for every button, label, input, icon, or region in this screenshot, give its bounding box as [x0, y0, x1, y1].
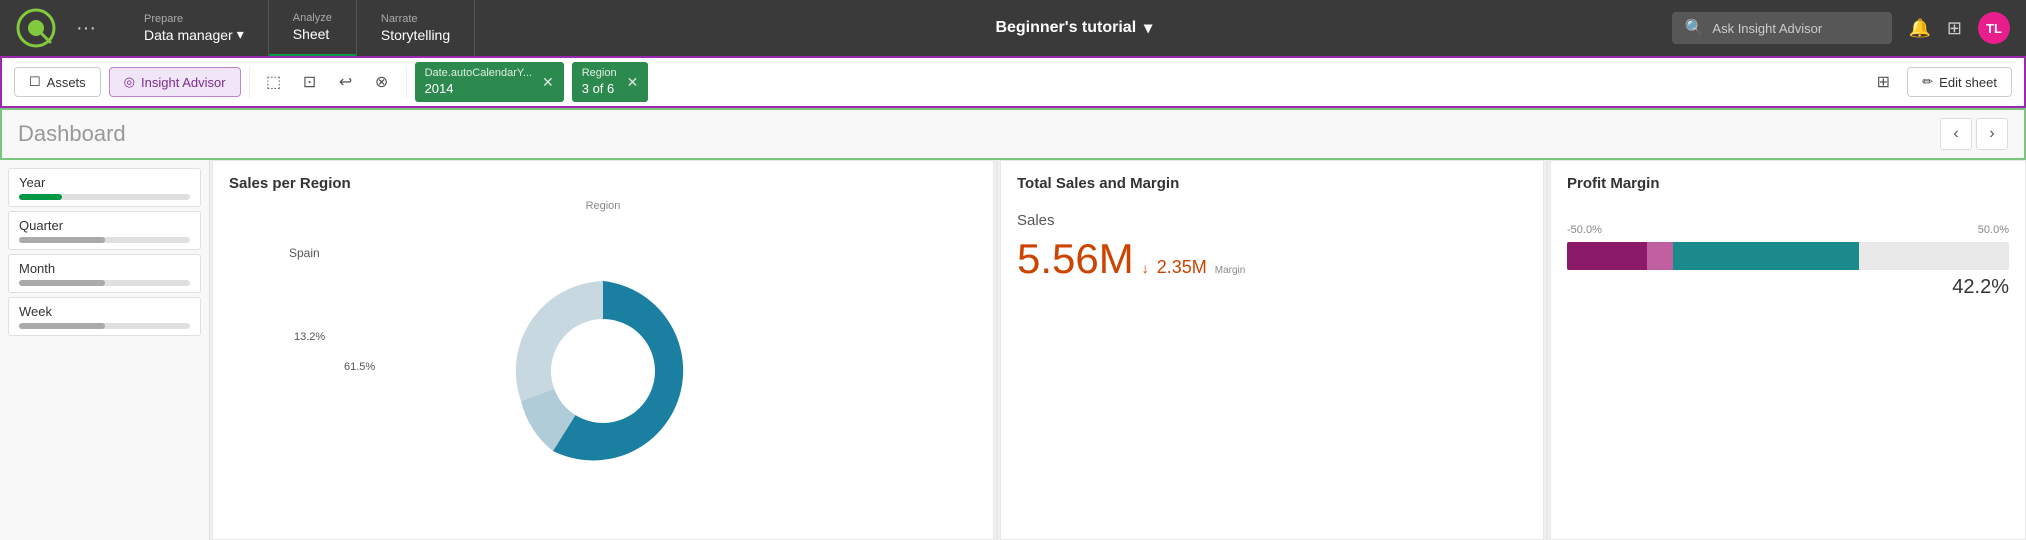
app-title-area: Beginner's tutorial ▾	[475, 18, 1672, 38]
donut-hole	[551, 319, 655, 423]
sales-per-region-panel: Sales per Region Region Spain 13.2% 6	[212, 160, 994, 540]
grid-view-button[interactable]: ⊞	[1867, 66, 1899, 98]
quarter-filter-label: Quarter	[19, 218, 190, 233]
insight-advisor-search[interactable]: 🔍 Ask Insight Advisor	[1672, 12, 1892, 44]
notifications-icon[interactable]: 🔔	[1908, 18, 1930, 39]
qlik-logo-icon	[16, 8, 56, 48]
year-filter-fill	[19, 194, 62, 200]
apps-grid-icon[interactable]: ⊞	[1947, 18, 1962, 39]
margin-bar-mid	[1647, 242, 1674, 270]
nav-right: 🔍 Ask Insight Advisor 🔔 ⊞ TL	[1672, 12, 2010, 44]
insight-advisor-icon: ◎	[124, 74, 135, 90]
year-filter[interactable]: Year	[8, 168, 201, 207]
margin-axis: -50.0% 50.0%	[1567, 224, 2009, 236]
week-filter-label: Week	[19, 304, 190, 319]
filter-chip-date-title: Date.autoCalendarY...	[425, 66, 532, 80]
undo-icon[interactable]: ↩	[330, 66, 362, 98]
edit-sheet-button[interactable]: ✏ Edit sheet	[1907, 67, 2012, 97]
selection-tools: ⬚ ⊡ ↩ ⊗	[249, 66, 407, 98]
margin-bar-positive	[1673, 242, 1859, 270]
week-filter-fill	[19, 323, 105, 329]
total-sales-panel: Total Sales and Margin Sales 5.56M ↓ 2.3…	[1000, 160, 1544, 540]
clear-icon[interactable]: ⊗	[366, 66, 398, 98]
dashboard-title: Dashboard	[18, 121, 1936, 147]
edit-pencil-icon: ✏	[1922, 74, 1933, 90]
analyze-top-label: Analyze	[293, 12, 332, 25]
margin-pct-value: 42.2%	[1567, 276, 2009, 299]
app-title[interactable]: Beginner's tutorial ▾	[995, 18, 1152, 38]
assets-button[interactable]: ☐ Assets	[14, 67, 101, 97]
month-filter-bar	[19, 280, 190, 286]
panel-separator-2	[1546, 160, 1548, 540]
assets-icon: ☐	[29, 74, 41, 90]
donut-svg	[493, 261, 713, 481]
kpi-section: Sales 5.56M ↓ 2.35M Margin	[1017, 200, 1527, 283]
narrate-nav[interactable]: Narrate Storytelling	[357, 0, 475, 56]
margin-bar	[1567, 242, 2009, 270]
top-navigation: ··· Prepare Data manager ▾ Analyze Sheet…	[0, 0, 2026, 56]
donut-chart: Spain 13.2% 61.5%	[229, 216, 977, 525]
margin-axis-left: -50.0%	[1567, 224, 1602, 236]
year-filter-bar	[19, 194, 190, 200]
margin-axis-right: 50.0%	[1978, 224, 2009, 236]
spain-label: Spain	[289, 246, 320, 260]
kpi-value-row: 5.56M ↓ 2.35M Margin	[1017, 235, 1527, 283]
rect-select-icon[interactable]: ⊡	[294, 66, 326, 98]
quarter-filter-bar	[19, 237, 190, 243]
qlik-logo[interactable]	[16, 8, 56, 48]
month-filter-label: Month	[19, 261, 190, 276]
filter-chip-date[interactable]: Date.autoCalendarY... 2014 ✕	[415, 62, 564, 101]
month-filter[interactable]: Month	[8, 254, 201, 293]
next-sheet-button[interactable]: ›	[1976, 118, 2008, 150]
filter-chip-date-close[interactable]: ✕	[542, 74, 554, 91]
analyze-nav[interactable]: Analyze Sheet	[269, 0, 357, 56]
dashboard-title-bar: Dashboard ‹ ›	[0, 108, 2026, 160]
filter-chip-region-close[interactable]: ✕	[627, 74, 639, 91]
user-avatar[interactable]: TL	[1978, 12, 2010, 44]
filter-chip-date-value: 2014	[425, 81, 532, 98]
kpi-arrow: ↓	[1142, 260, 1149, 276]
sales-kpi-label: Sales	[1017, 212, 1527, 229]
chart-panels: Sales per Region Region Spain 13.2% 6	[212, 160, 2026, 540]
narrate-top-label: Narrate	[381, 13, 450, 26]
panel-separator-1	[996, 160, 998, 540]
year-filter-label: Year	[19, 175, 190, 190]
total-sales-title: Total Sales and Margin	[1017, 175, 1527, 192]
margin-bar-empty	[1859, 242, 2009, 270]
toolbar-row: ☐ Assets ◎ Insight Advisor ⬚ ⊡ ↩ ⊗ Date.…	[0, 56, 2026, 108]
analyze-bottom-label: Sheet	[293, 26, 332, 42]
filter-chip-region-value: 3 of 6	[582, 81, 617, 98]
profit-margin-panel: Profit Margin -50.0% 50.0% 42.2%	[1550, 160, 2026, 540]
more-menu-button[interactable]: ···	[76, 17, 96, 40]
prepare-top-label: Prepare	[144, 13, 244, 26]
prepare-bottom-label: Data manager ▾	[144, 26, 244, 43]
filter-chip-region-title: Region	[582, 66, 617, 80]
pct-61-label: 61.5%	[344, 361, 375, 373]
week-filter[interactable]: Week	[8, 297, 201, 336]
sales-secondary-value: 2.35M	[1157, 257, 1207, 278]
sales-per-region-title: Sales per Region	[229, 175, 977, 192]
region-axis-label: Region	[229, 200, 977, 212]
search-placeholder: Ask Insight Advisor	[1712, 21, 1822, 36]
main-content: Year Quarter Month Week Sale	[0, 160, 2026, 540]
profit-margin-title: Profit Margin	[1567, 175, 2009, 192]
week-filter-bar	[19, 323, 190, 329]
quarter-filter-fill	[19, 237, 105, 243]
narrate-bottom-label: Storytelling	[381, 27, 450, 43]
sales-main-value: 5.56M	[1017, 235, 1134, 283]
margin-bar-negative	[1567, 242, 1647, 270]
insight-advisor-button[interactable]: ◎ Insight Advisor	[109, 67, 241, 97]
margin-label: Margin	[1215, 265, 1246, 276]
prepare-nav[interactable]: Prepare Data manager ▾	[120, 0, 269, 56]
search-icon: 🔍	[1684, 18, 1704, 38]
filters-sidebar: Year Quarter Month Week	[0, 160, 210, 540]
filter-chip-region[interactable]: Region 3 of 6 ✕	[572, 62, 649, 101]
pct-13-label: 13.2%	[294, 331, 325, 343]
prev-sheet-button[interactable]: ‹	[1940, 118, 1972, 150]
lasso-select-icon[interactable]: ⬚	[258, 66, 290, 98]
quarter-filter[interactable]: Quarter	[8, 211, 201, 250]
month-filter-fill	[19, 280, 105, 286]
